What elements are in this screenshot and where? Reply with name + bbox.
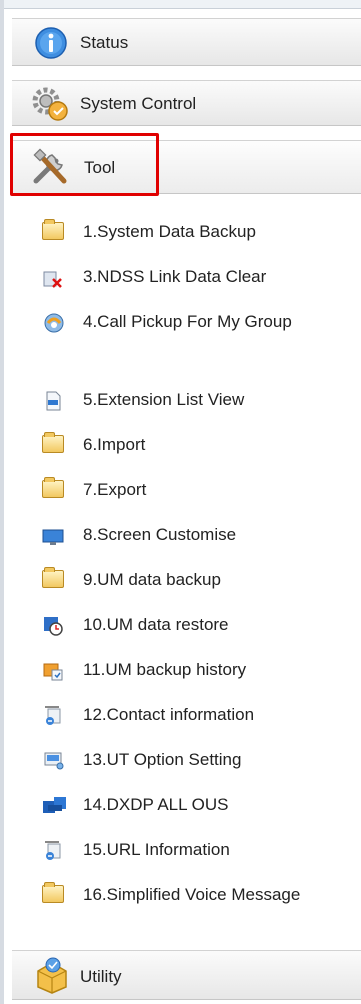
item-label: 14.DXDP ALL OUS <box>83 795 229 814</box>
info-icon <box>34 26 68 65</box>
item-label: 15.URL Information <box>83 840 230 859</box>
monitor-icon <box>42 525 64 545</box>
item-label: 3.NDSS Link Data Clear <box>83 267 267 286</box>
call-pickup-icon <box>42 312 64 333</box>
section-utility[interactable]: Utility <box>12 950 361 1000</box>
item-label: 13.UT Option Setting <box>83 750 242 769</box>
folder-icon <box>42 882 64 903</box>
document-icon <box>42 390 64 411</box>
item-label: 9.UM data backup <box>83 570 221 589</box>
tool-highlight-box <box>10 133 159 196</box>
folder-icon <box>42 432 64 453</box>
item-label: 12.Contact information <box>83 705 255 724</box>
item-label: 8.Screen Customise <box>83 525 237 544</box>
history-icon <box>42 660 64 681</box>
item-label: 11.UM backup history <box>83 660 247 679</box>
item-label: 1.System Data Backup <box>83 222 256 241</box>
system-control-icon <box>30 85 72 128</box>
section-system-control-label: System Control <box>80 94 197 113</box>
folder-icon <box>42 567 64 588</box>
section-utility-label: Utility <box>80 967 122 986</box>
item-label: 10.UM data restore <box>83 615 229 634</box>
dxdp-icon <box>42 795 66 813</box>
contact-info-icon <box>42 705 64 725</box>
restore-icon <box>42 615 64 636</box>
folder-icon <box>42 219 64 240</box>
data-clear-icon <box>42 267 64 288</box>
item-label: 5.Extension List View <box>83 390 245 409</box>
option-setting-icon <box>42 750 64 770</box>
section-system-control[interactable]: System Control <box>12 80 361 126</box>
folder-icon <box>42 477 64 498</box>
item-label: 4.Call Pickup For My Group <box>83 312 292 331</box>
url-info-icon <box>42 840 64 860</box>
top-divider <box>4 0 361 9</box>
item-label: 7.Export <box>83 480 147 499</box>
item-label: 16.Simplified Voice Message <box>83 885 301 904</box>
utility-icon <box>32 955 72 1000</box>
section-status[interactable]: Status <box>12 18 361 66</box>
item-label: 6.Import <box>83 435 146 454</box>
section-status-label: Status <box>80 33 129 52</box>
